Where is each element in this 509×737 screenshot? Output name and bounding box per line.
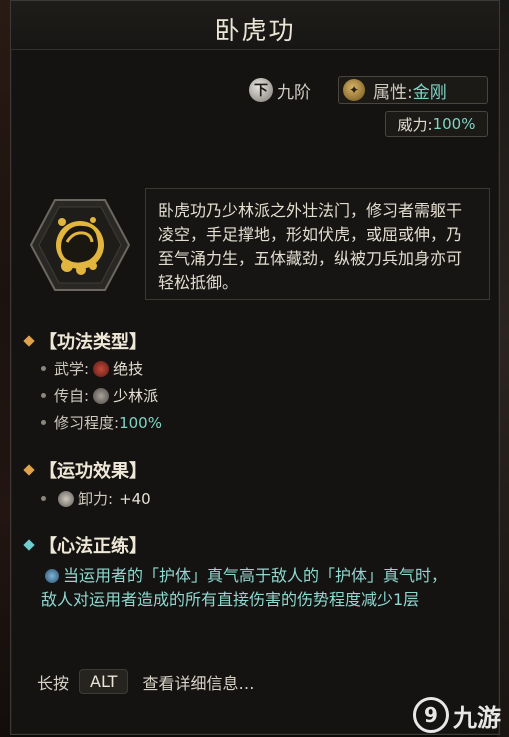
tier-indicator: 下 九阶 (249, 76, 311, 104)
power-label: 威力: (397, 115, 433, 134)
section-heading-mind: 【心法正练】 (23, 532, 147, 558)
item-value: 少林派 (113, 387, 159, 405)
attribute-label: 属性: (373, 82, 413, 103)
list-item-progress: 修习程度: 100% (41, 412, 162, 433)
bullet-icon (41, 393, 46, 398)
bullet-icon (41, 366, 46, 371)
power-value: 100% (432, 115, 476, 133)
skill-fist-emblem-icon (29, 199, 131, 291)
shaolin-sect-icon (93, 387, 110, 404)
watermark-text: 九游 (453, 703, 501, 732)
list-item-deflect: 卸力: +40 (41, 488, 151, 509)
section-title-mind: 【心法正练】 (39, 536, 147, 557)
ultimate-technique-icon (93, 360, 110, 377)
item-value: 绝技 (113, 360, 144, 378)
section-title-type: 【功法类型】 (39, 332, 147, 353)
mind-effect-text: 当运用者的「护体」真气高于敌人的「护体」真气时，敌人对运用者造成的所有直接伤害的… (41, 564, 461, 612)
item-value: 100% (119, 413, 162, 432)
mind-effect-description: 当运用者的「护体」真气高于敌人的「护体」真气时，敌人对运用者造成的所有直接伤害的… (41, 566, 448, 609)
alt-key-badge[interactable]: ALT (79, 669, 129, 694)
tier-label: 九阶 (277, 82, 311, 103)
list-item-origin: 传自: 少林派 (41, 385, 158, 406)
attribute-box: ✦ 属性: 金刚 (338, 76, 488, 104)
power-box: 威力: 100% (385, 111, 488, 137)
attribute-value: 金刚 (412, 82, 447, 103)
item-label: 修习程度: (54, 414, 120, 432)
bullet-icon (41, 496, 46, 501)
watermark-logo-icon: 9 (413, 697, 449, 733)
watermark: 9 九游 (413, 697, 501, 733)
footer-suffix: 查看详细信息… (142, 673, 255, 693)
item-value: +40 (119, 489, 151, 508)
skill-tooltip-panel: 卧虎功 下 九阶 ✦ 属性: 金刚 威力: 100% 卧虎功乃少林派之外壮法门，… (10, 0, 500, 735)
deflect-shield-icon (58, 490, 74, 507)
skill-description: 卧虎功乃少林派之外壮法门，修习者需躯干凌空，手足撑地，形如伏虎，或屈或伸，乃至气… (145, 188, 490, 300)
gold-diamond-icon (23, 335, 35, 347)
diamond-attribute-icon: ✦ (343, 79, 365, 101)
item-label: 武学: (54, 360, 90, 378)
section-title-effect: 【运功效果】 (39, 461, 147, 482)
section-heading-effect: 【运功效果】 (23, 457, 147, 483)
item-label: 传自: (54, 387, 90, 405)
footer-hint: 长按 ALT 查看详细信息… (37, 669, 254, 694)
teal-diamond-icon (23, 539, 35, 551)
bullet-icon (41, 420, 46, 425)
section-heading-type: 【功法类型】 (23, 328, 147, 354)
skill-title: 卧虎功 (214, 16, 296, 45)
gold-diamond-icon (23, 464, 35, 476)
orthodox-practice-icon (45, 569, 59, 583)
item-label: 卸力: (78, 490, 114, 508)
list-item-martial: 武学: 绝技 (41, 358, 143, 379)
footer-prefix: 长按 (37, 673, 70, 693)
tier-badge-icon: 下 (249, 78, 273, 102)
title-bar: 卧虎功 (11, 1, 499, 50)
